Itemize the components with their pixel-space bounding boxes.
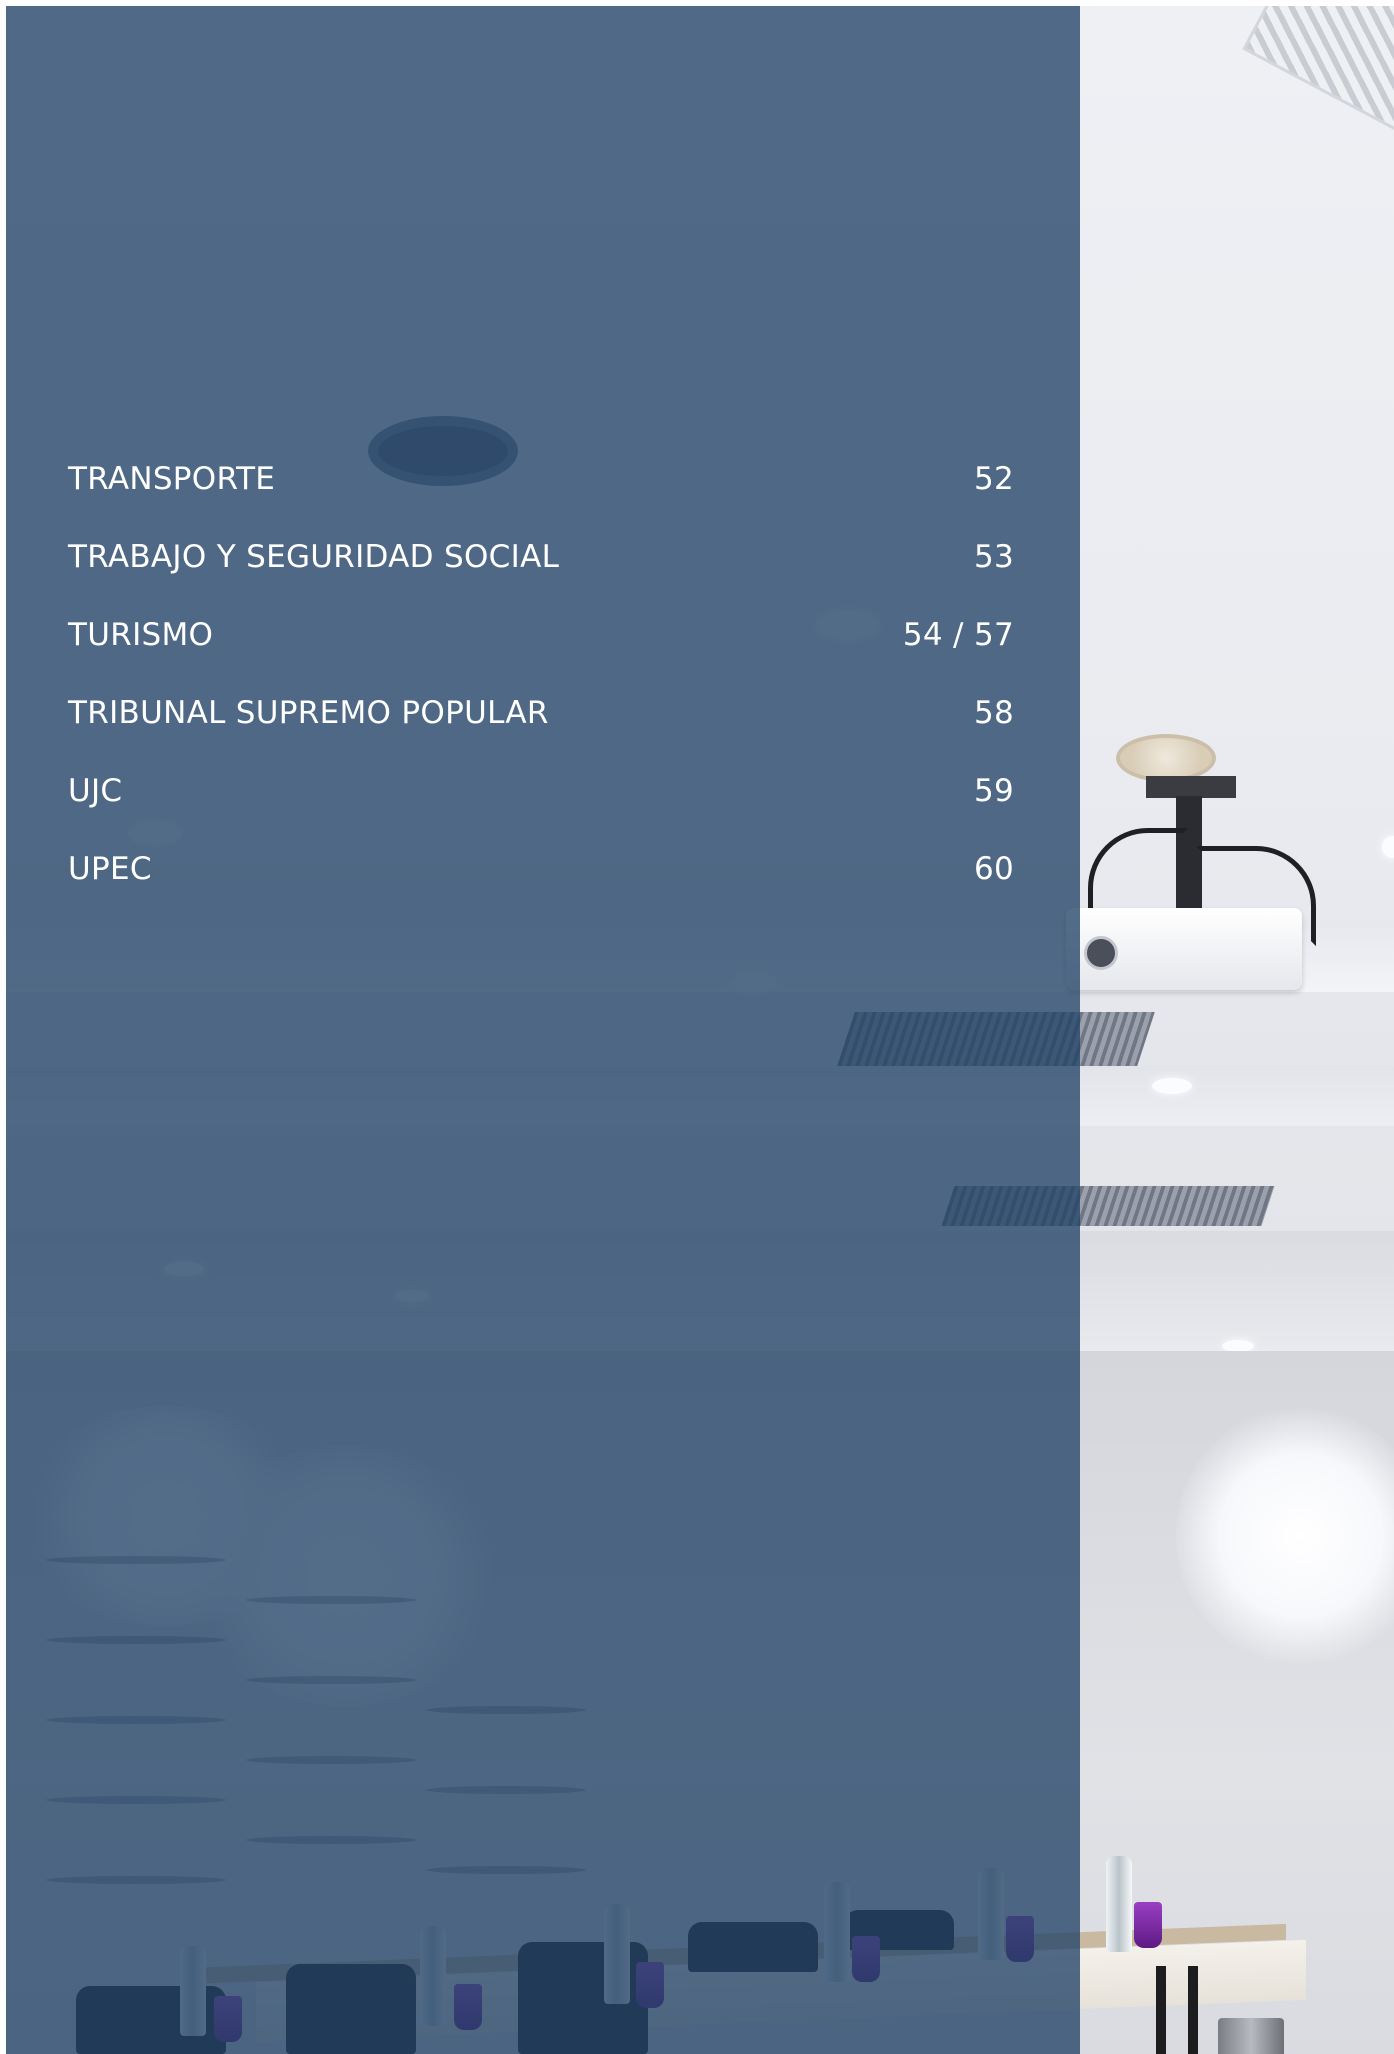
toc-entry-page: 52 xyxy=(973,461,1014,497)
toc-entry-title: TRANSPORTE xyxy=(68,461,276,497)
toc-entry-title: TRABAJO Y SEGURIDAD SOCIAL xyxy=(68,539,560,575)
toc-entry-page: 54 / 57 xyxy=(902,617,1014,653)
toc-entry[interactable]: TURISMO 54 / 57 xyxy=(68,596,1014,674)
toc-entry-page: 53 xyxy=(973,539,1014,575)
table-leg xyxy=(1188,1966,1198,2054)
toc-entry-page: 59 xyxy=(973,773,1014,809)
toc-entry-page: 58 xyxy=(973,695,1014,731)
toc-entry[interactable]: TRIBUNAL SUPREMO POPULAR 58 xyxy=(68,674,1014,752)
water-bottle xyxy=(1106,1856,1132,1952)
ceiling-light xyxy=(1152,1078,1192,1094)
toc-entry-title: TRIBUNAL SUPREMO POPULAR xyxy=(68,695,549,731)
toc-entry-title: UJC xyxy=(68,773,123,809)
toc-entry-title: UPEC xyxy=(68,851,152,887)
toc-entry-page: 60 xyxy=(973,851,1014,887)
toc-entry[interactable]: TRANSPORTE 52 xyxy=(68,440,1014,518)
ceiling-light xyxy=(1382,836,1394,858)
table-of-contents: TRANSPORTE 52 TRABAJO Y SEGURIDAD SOCIAL… xyxy=(68,440,1014,908)
ceiling-vent-corner xyxy=(1242,6,1394,142)
projector-lens xyxy=(1084,936,1118,970)
table-leg xyxy=(1156,1966,1166,2054)
projector-mount-plate xyxy=(1146,776,1236,798)
toc-entry[interactable]: UPEC 60 xyxy=(68,830,1014,908)
smoke-detector xyxy=(1116,734,1216,782)
toc-entry[interactable]: TRABAJO Y SEGURIDAD SOCIAL 53 xyxy=(68,518,1014,596)
blue-overlay-panel xyxy=(6,6,1080,2054)
toc-entry-title: TURISMO xyxy=(68,617,214,653)
waste-bin xyxy=(1218,2018,1284,2054)
toc-entry[interactable]: UJC 59 xyxy=(68,752,1014,830)
purple-glass xyxy=(1134,1902,1162,1948)
